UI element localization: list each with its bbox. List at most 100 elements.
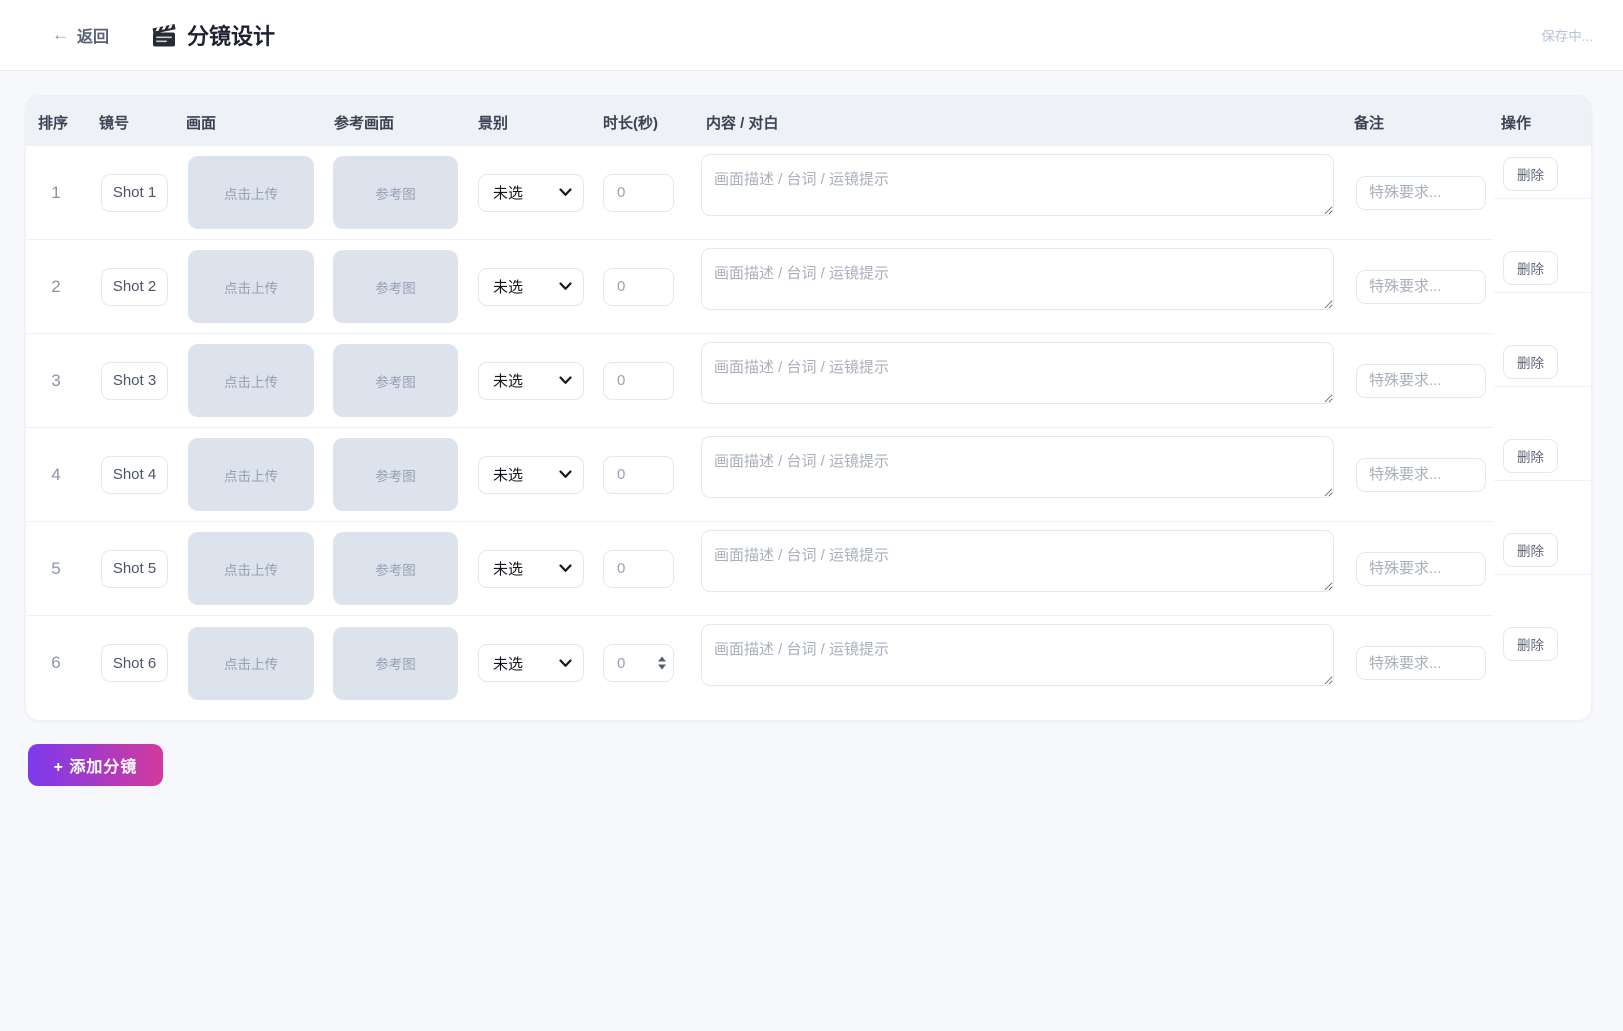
shot-number-input[interactable]: [101, 174, 168, 212]
content-textarea[interactable]: [701, 530, 1334, 592]
notes-input[interactable]: [1356, 552, 1486, 586]
scene-type-select[interactable]: 未选: [478, 362, 584, 400]
shot-number-input[interactable]: [101, 550, 168, 588]
row-main-cells: 4 点击上传 参考图 未选: [26, 428, 1494, 522]
notes-input[interactable]: [1356, 458, 1486, 492]
shot-number-input[interactable]: [101, 362, 168, 400]
scene-type-select[interactable]: 未选: [478, 550, 584, 588]
content-textarea[interactable]: [701, 248, 1334, 310]
table-body: 1 点击上传 参考图 未选 删除: [26, 146, 1591, 710]
table-row: 5 点击上传 参考图 未选 删除: [26, 522, 1591, 616]
frame-upload-box[interactable]: 点击上传: [188, 344, 314, 417]
chevron-down-icon: [559, 560, 572, 577]
row-order-number: 3: [38, 371, 74, 391]
content-textarea[interactable]: [701, 436, 1334, 498]
topbar-left: ← 返回 分镜设计: [52, 19, 275, 51]
scene-type-select[interactable]: 未选: [478, 456, 584, 494]
reference-upload-box[interactable]: 参考图: [333, 532, 458, 605]
notes-input[interactable]: [1356, 270, 1486, 304]
frame-upload-label: 点击上传: [224, 465, 278, 485]
frame-upload-label: 点击上传: [224, 371, 278, 391]
table-row: 3 点击上传 参考图 未选 删除: [26, 334, 1591, 428]
duration-input[interactable]: [603, 550, 674, 588]
frame-upload-box[interactable]: 点击上传: [188, 156, 314, 229]
frame-upload-box[interactable]: 点击上传: [188, 250, 314, 323]
back-label: 返回: [77, 23, 109, 47]
row-actions-cell: 删除: [1494, 334, 1591, 387]
duration-input[interactable]: [603, 362, 674, 400]
save-status: 保存中...: [1541, 25, 1593, 45]
duration-field: [603, 644, 674, 682]
scene-type-select[interactable]: 未选: [478, 268, 584, 306]
shot-number-input[interactable]: [101, 456, 168, 494]
delete-button[interactable]: 删除: [1503, 345, 1558, 379]
notes-input[interactable]: [1356, 364, 1486, 398]
column-header-content: 内容 / 对白: [706, 112, 779, 133]
content-textarea[interactable]: [701, 154, 1334, 216]
reference-upload-box[interactable]: 参考图: [333, 344, 458, 417]
row-main-cells: 3 点击上传 参考图 未选: [26, 334, 1494, 428]
back-arrow-icon: ←: [52, 25, 69, 45]
reference-upload-box[interactable]: 参考图: [333, 156, 458, 229]
row-order-number: 1: [38, 183, 74, 203]
chevron-down-icon: [559, 184, 572, 201]
shot-number-input[interactable]: [101, 268, 168, 306]
column-header-shot: 镜号: [99, 112, 129, 133]
frame-upload-box[interactable]: 点击上传: [188, 532, 314, 605]
column-header-order: 排序: [38, 112, 68, 133]
frame-upload-box[interactable]: 点击上传: [188, 627, 314, 700]
scene-type-select[interactable]: 未选: [478, 174, 584, 212]
reference-upload-label: 参考图: [375, 371, 416, 391]
reference-upload-box[interactable]: 参考图: [333, 627, 458, 700]
column-header-duration: 时长(秒): [603, 112, 658, 133]
storyboard-table-card: 排序 镜号 画面 参考画面 景别 时长(秒) 内容 / 对白 备注 操作 1 点…: [25, 95, 1592, 721]
frame-upload-label: 点击上传: [224, 653, 278, 673]
add-shot-button[interactable]: + 添加分镜: [28, 744, 163, 786]
delete-button[interactable]: 删除: [1503, 251, 1558, 285]
delete-button[interactable]: 删除: [1503, 157, 1558, 191]
number-stepper-icon[interactable]: [658, 657, 666, 670]
content-textarea[interactable]: [701, 624, 1334, 686]
notes-input[interactable]: [1356, 176, 1486, 210]
column-header-scene-type: 景别: [478, 112, 508, 133]
scene-type-select[interactable]: 未选: [478, 644, 584, 682]
scene-type-selected-value: 未选: [493, 558, 523, 579]
row-order-number: 5: [38, 559, 74, 579]
page-title: 分镜设计: [187, 19, 275, 51]
chevron-down-icon: [559, 278, 572, 295]
column-header-frame: 画面: [186, 112, 216, 133]
delete-button[interactable]: 删除: [1503, 533, 1558, 567]
scene-type-selected-value: 未选: [493, 276, 523, 297]
row-main-cells: 2 点击上传 参考图 未选: [26, 240, 1494, 334]
scene-type-selected-value: 未选: [493, 370, 523, 391]
duration-input[interactable]: [603, 268, 674, 306]
column-header-notes: 备注: [1354, 112, 1384, 133]
scene-type-selected-value: 未选: [493, 653, 523, 674]
shot-number-input[interactable]: [101, 644, 168, 682]
content-textarea[interactable]: [701, 342, 1334, 404]
frame-upload-box[interactable]: 点击上传: [188, 438, 314, 511]
table-row: 4 点击上传 参考图 未选 删除: [26, 428, 1591, 522]
row-actions-cell: 删除: [1494, 240, 1591, 293]
duration-field: [603, 456, 674, 494]
row-actions-cell: 删除: [1494, 522, 1591, 575]
row-actions-cell: 删除: [1494, 146, 1591, 199]
duration-field: [603, 268, 674, 306]
notes-input[interactable]: [1356, 646, 1486, 680]
row-order-number: 6: [38, 653, 74, 673]
delete-button[interactable]: 删除: [1503, 439, 1558, 473]
back-button[interactable]: ← 返回: [52, 23, 109, 47]
reference-upload-label: 参考图: [375, 653, 416, 673]
table-row: 2 点击上传 参考图 未选 删除: [26, 240, 1591, 334]
chevron-down-icon: [559, 466, 572, 483]
topbar: ← 返回 分镜设计 保存中...: [0, 0, 1623, 71]
scene-type-selected-value: 未选: [493, 182, 523, 203]
column-header-reference: 参考画面: [334, 112, 394, 133]
reference-upload-box[interactable]: 参考图: [333, 438, 458, 511]
duration-input[interactable]: [603, 456, 674, 494]
duration-input[interactable]: [603, 174, 674, 212]
row-main-cells: 5 点击上传 参考图 未选: [26, 522, 1494, 616]
reference-upload-label: 参考图: [375, 277, 416, 297]
reference-upload-box[interactable]: 参考图: [333, 250, 458, 323]
delete-button[interactable]: 删除: [1503, 627, 1558, 661]
